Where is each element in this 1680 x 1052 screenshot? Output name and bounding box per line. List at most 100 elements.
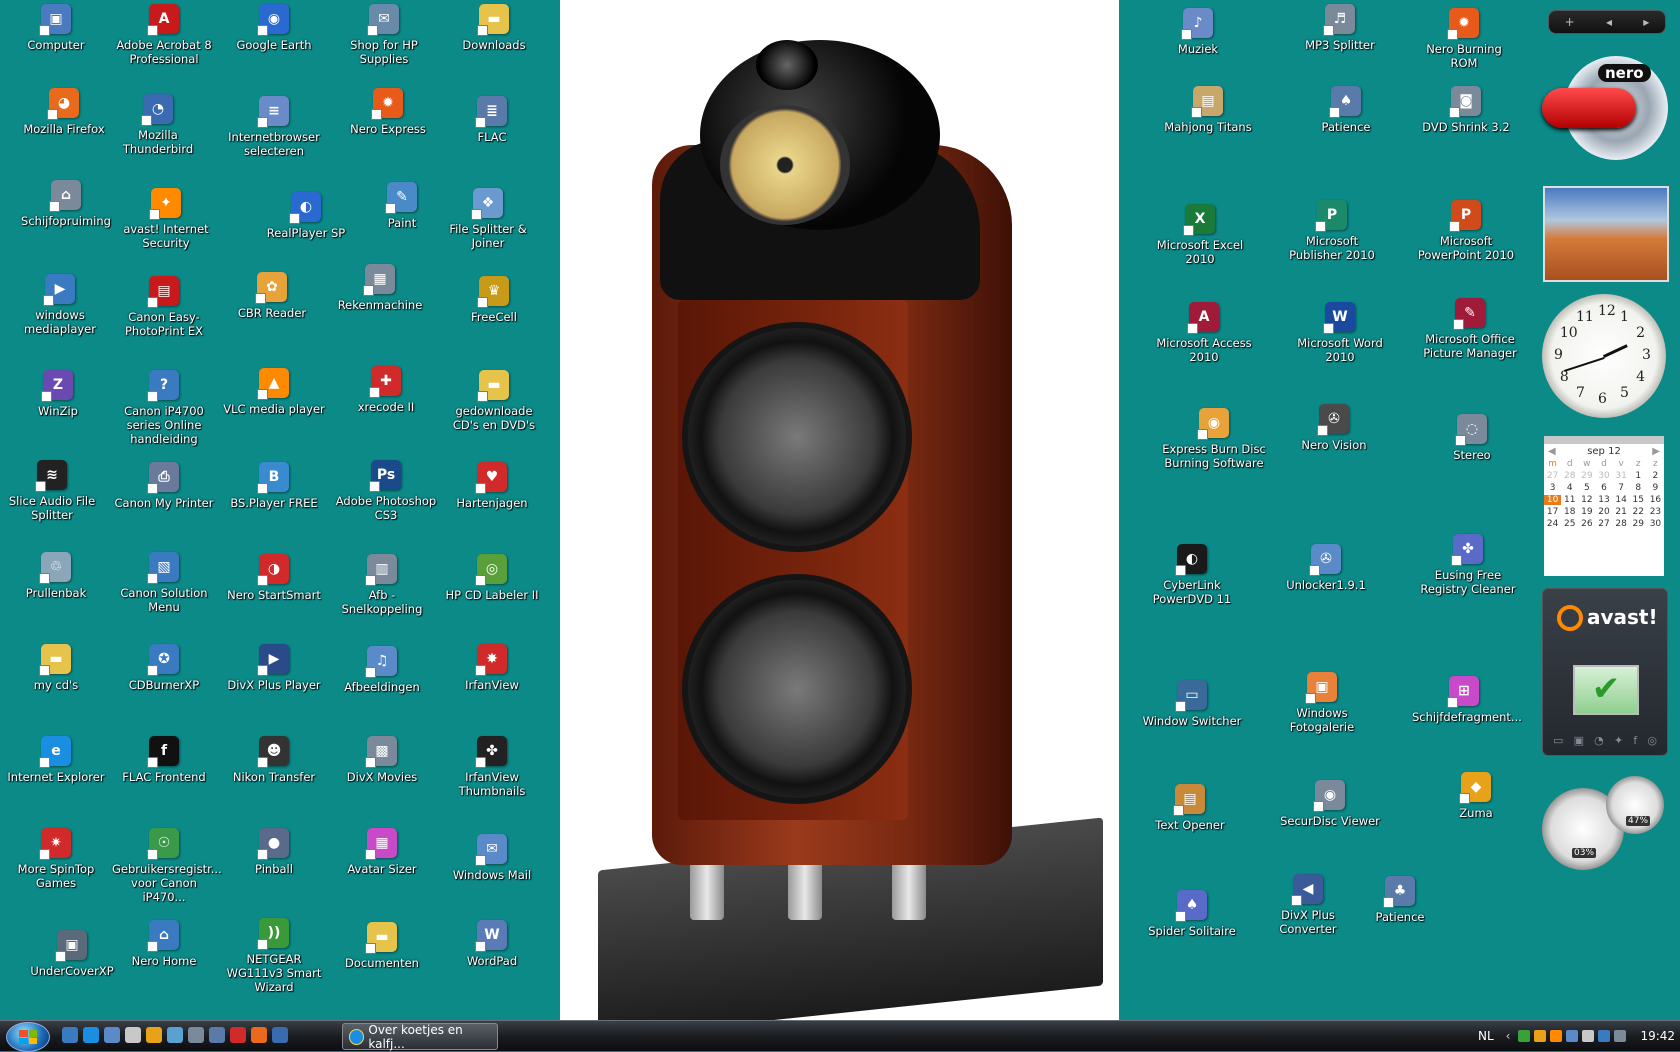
calendar-day[interactable]: 15 — [1630, 495, 1647, 505]
calendar-next-button[interactable]: ▶ — [1652, 446, 1660, 457]
tray-expand-button[interactable]: ‹ — [1506, 1029, 1511, 1043]
calendar-day[interactable]: 31 — [1613, 471, 1630, 481]
tray-icon[interactable] — [1582, 1030, 1595, 1042]
desktop-icon-nero-express[interactable]: ✹ Nero Express — [336, 88, 440, 136]
desktop-icon-irfanview[interactable]: ✸ IrfanView — [440, 644, 544, 692]
desktop-icon-netgear-wg111v3-smart-wizard[interactable]: )) NETGEAR WG111v3 Smart Wizard — [222, 918, 326, 994]
calendar-day[interactable]: 9 — [1647, 483, 1664, 493]
avast-tool-icon[interactable]: f — [1633, 734, 1637, 747]
desktop-icon-prullenbak[interactable]: ♲ Prullenbak — [4, 552, 108, 600]
calendar-day[interactable]: 16 — [1647, 495, 1664, 505]
desktop-icon-dvd-shrink-3-2[interactable]: ◙ DVD Shrink 3.2 — [1414, 86, 1518, 134]
calendar-day[interactable]: 7 — [1613, 483, 1630, 493]
gadget-next-button[interactable]: ▸ — [1643, 15, 1649, 29]
desktop-icon-eusing-free-registry-cleaner[interactable]: ✤ Eusing Free Registry Cleaner — [1416, 534, 1520, 596]
calendar-day[interactable]: 28 — [1561, 471, 1578, 481]
desktop-icon-divx-plus-player[interactable]: ▶ DivX Plus Player — [222, 644, 326, 692]
quick-launch-icon[interactable] — [230, 1027, 246, 1043]
desktop-icon-gedownloade-cd-s-en-dvd-s[interactable]: ▬ gedownloade CD's en DVD's — [442, 370, 546, 432]
slideshow-gadget[interactable] — [1543, 186, 1669, 282]
avast-gadget[interactable]: avast! ✔ ▭ ▣ ◔ ✦ f ◎ — [1542, 588, 1668, 756]
desktop-icon-cbr-reader[interactable]: ✿ CBR Reader — [220, 272, 324, 320]
desktop-icon-winzip[interactable]: Z WinZip — [6, 370, 110, 418]
desktop-icon-more-spintop-games[interactable]: ✷ More SpinTop Games — [4, 828, 108, 890]
calendar-day[interactable]: 22 — [1630, 507, 1647, 517]
calendar-day[interactable]: 27 — [1544, 471, 1561, 481]
desktop-icon-adobe-photoshop-cs3[interactable]: Ps Adobe Photoshop CS3 — [334, 460, 438, 522]
desktop-icon-adobe-acrobat-8-professional[interactable]: A Adobe Acrobat 8 Professional — [112, 4, 216, 66]
quick-launch-icon[interactable] — [104, 1027, 120, 1043]
desktop-icon-windows-mail[interactable]: ✉ Windows Mail — [440, 834, 544, 882]
desktop-icon-cdburnerxp[interactable]: ✪ CDBurnerXP — [112, 644, 216, 692]
calendar-day[interactable]: 29 — [1578, 471, 1595, 481]
desktop-icon-microsoft-powerpoint-2010[interactable]: P Microsoft PowerPoint 2010 — [1414, 200, 1518, 262]
start-button[interactable] — [6, 1022, 50, 1052]
calendar-day[interactable]: 4 — [1561, 483, 1578, 493]
desktop-icon-internet-explorer[interactable]: e Internet Explorer — [4, 736, 108, 784]
desktop-icon-nero-startsmart[interactable]: ◑ Nero StartSmart — [222, 554, 326, 602]
desktop-icon-stereo[interactable]: ◌ Stereo — [1420, 414, 1524, 462]
quick-launch-icon[interactable] — [251, 1027, 267, 1043]
tray-icon[interactable] — [1614, 1030, 1627, 1042]
calendar-day[interactable]: 14 — [1613, 495, 1630, 505]
calendar-day[interactable]: 29 — [1630, 519, 1647, 529]
calendar-day[interactable]: 28 — [1613, 519, 1630, 529]
desktop-icon-divx-movies[interactable]: ▩ DivX Movies — [330, 736, 434, 784]
calendar-day[interactable]: 6 — [1595, 483, 1612, 493]
quick-launch-icon[interactable] — [272, 1027, 288, 1043]
calendar-day[interactable]: 30 — [1647, 519, 1664, 529]
desktop-icon-pinball[interactable]: ● Pinball — [222, 828, 326, 876]
desktop-icon-rekenmachine[interactable]: ▦ Rekenmachine — [328, 264, 432, 312]
taskbar-clock[interactable]: 19:42 — [1640, 1029, 1675, 1043]
calendar-day[interactable]: 13 — [1595, 495, 1612, 505]
desktop-icon-afb-snelkoppeling[interactable]: ▥ Afb - Snelkoppeling — [330, 554, 434, 616]
quick-launch-icon[interactable] — [62, 1027, 78, 1043]
calendar-day[interactable]: 11 — [1561, 495, 1578, 505]
desktop-icon-shop-for-hp-supplies[interactable]: ✉ Shop for HP Supplies — [332, 4, 436, 66]
desktop-icon-freecell[interactable]: ♛ FreeCell — [442, 276, 546, 324]
protection-ok-icon[interactable]: ✔ — [1573, 665, 1639, 715]
desktop-icon-flac-frontend[interactable]: f FLAC Frontend — [112, 736, 216, 784]
language-indicator[interactable]: NL — [1478, 1029, 1494, 1043]
desktop-icon-cyberlink-powerdvd-11[interactable]: ◐ CyberLink PowerDVD 11 — [1140, 544, 1244, 606]
desktop-icon-mahjong-titans[interactable]: ▤ Mahjong Titans — [1156, 86, 1260, 134]
desktop-icon-canon-easy-photoprint-ex[interactable]: ▤ Canon Easy-PhotoPrint EX — [112, 276, 216, 338]
calendar-day[interactable]: 24 — [1544, 519, 1561, 529]
calendar-day[interactable]: 26 — [1578, 519, 1595, 529]
desktop-icon-unlocker1-9-1[interactable]: ✇ Unlocker1.9.1 — [1274, 544, 1378, 592]
tray-icon[interactable] — [1550, 1030, 1563, 1042]
calendar-day[interactable]: 27 — [1595, 519, 1612, 529]
desktop-icon-vlc-media-player[interactable]: ▲ VLC media player — [222, 368, 326, 416]
desktop-icon-avast-internet-security[interactable]: ✦ avast! Internet Security — [114, 188, 218, 250]
desktop-icon-windows-mediaplayer[interactable]: ▶ windows mediaplayer — [8, 274, 112, 336]
calendar-day[interactable]: 17 — [1544, 507, 1561, 517]
tray-icon[interactable] — [1566, 1030, 1579, 1042]
desktop-icon-flac[interactable]: ≣ FLAC — [440, 96, 544, 144]
desktop-icon-canon-my-printer[interactable]: ⎙ Canon My Printer — [112, 462, 216, 510]
gadget-prev-button[interactable]: ◂ — [1606, 15, 1612, 29]
desktop-icon-window-switcher[interactable]: ▭ Window Switcher — [1140, 680, 1244, 728]
desktop-icon-muziek[interactable]: ♪ Muziek — [1146, 8, 1250, 56]
taskbar-window-button[interactable]: Over koetjes en kalfj... — [342, 1023, 498, 1051]
calendar-day[interactable]: 19 — [1578, 507, 1595, 517]
calendar-day[interactable]: 18 — [1561, 507, 1578, 517]
desktop-icon-express-burn-disc-burning-software[interactable]: ◉ Express Burn Disc Burning Software — [1162, 408, 1266, 470]
desktop-icon-securdisc-viewer[interactable]: ◉ SecurDisc Viewer — [1278, 780, 1382, 828]
desktop-icon-wordpad[interactable]: W WordPad — [440, 920, 544, 968]
nero-launch-button[interactable] — [1542, 88, 1636, 128]
calendar-day[interactable]: 23 — [1647, 507, 1664, 517]
desktop-icon-hartenjagen[interactable]: ♥ Hartenjagen — [440, 462, 544, 510]
tray-icon[interactable] — [1534, 1030, 1547, 1042]
calendar-day[interactable]: 3 — [1544, 483, 1561, 493]
calendar-day[interactable]: 20 — [1595, 507, 1612, 517]
quick-launch-icon[interactable] — [167, 1027, 183, 1043]
calendar-prev-button[interactable]: ◀ — [1548, 446, 1556, 457]
desktop-icon-schijfdefragment[interactable]: ⊞ Schijfdefragment... — [1412, 676, 1522, 724]
calendar-day[interactable]: 25 — [1561, 519, 1578, 529]
quick-launch-icon[interactable] — [146, 1027, 162, 1043]
desktop-icon-microsoft-office-picture-manager[interactable]: ✎ Microsoft Office Picture Manager — [1418, 298, 1522, 360]
tray-icon[interactable] — [1518, 1030, 1531, 1042]
desktop-icon-microsoft-publisher-2010[interactable]: P Microsoft Publisher 2010 — [1280, 200, 1384, 262]
desktop-icon-text-opener[interactable]: ▤ Text Opener — [1138, 784, 1242, 832]
avast-tool-icon[interactable]: ▣ — [1574, 734, 1584, 747]
